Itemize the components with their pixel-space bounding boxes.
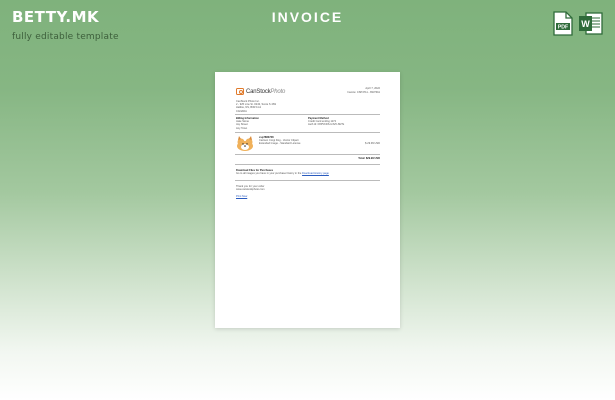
payment-line: Auth Id: F8PVKDS-U4V6-Sf2Ts bbox=[308, 123, 345, 127]
divider bbox=[235, 132, 380, 133]
billing-line: Any Town bbox=[236, 126, 248, 130]
format-icons: PDF W bbox=[553, 11, 603, 36]
invoice-total: Total: $29.99 USD bbox=[358, 157, 380, 160]
item-desc: Extended Image - Standard License bbox=[259, 142, 301, 146]
page-title: INVOICE bbox=[271, 9, 344, 25]
word-file-icon[interactable]: W bbox=[578, 11, 603, 36]
pdf-file-icon[interactable]: PDF bbox=[553, 11, 573, 36]
thanks-url: www.canstockphoto.com bbox=[236, 188, 265, 192]
pdf-icon-label: PDF bbox=[558, 25, 568, 31]
divider bbox=[235, 180, 380, 181]
word-icon-label: W bbox=[581, 19, 590, 29]
download-history-link[interactable]: Download History page bbox=[302, 172, 329, 175]
company-name: CanStockPhoto bbox=[246, 88, 286, 95]
brand-tagline: fully editable template bbox=[12, 32, 119, 42]
canstock-logo: CanStockPhoto bbox=[236, 88, 285, 95]
camera-icon bbox=[236, 88, 244, 95]
download-note: Go to all images you have in your purcha… bbox=[236, 172, 329, 176]
print-link[interactable]: Print Now bbox=[236, 195, 247, 198]
invoice-preview: CanStockPhoto April 7, 2022 Invoice: CSP… bbox=[215, 72, 400, 328]
item-price: $ 29.99 USD bbox=[365, 142, 380, 146]
address-line: CANADA bbox=[236, 109, 247, 113]
invoice-number: Invoice: CSP4711 - 8337911 bbox=[347, 90, 380, 94]
corgi-thumbnail bbox=[237, 136, 253, 151]
divider bbox=[235, 114, 380, 115]
divider bbox=[235, 164, 380, 165]
divider bbox=[235, 154, 380, 155]
